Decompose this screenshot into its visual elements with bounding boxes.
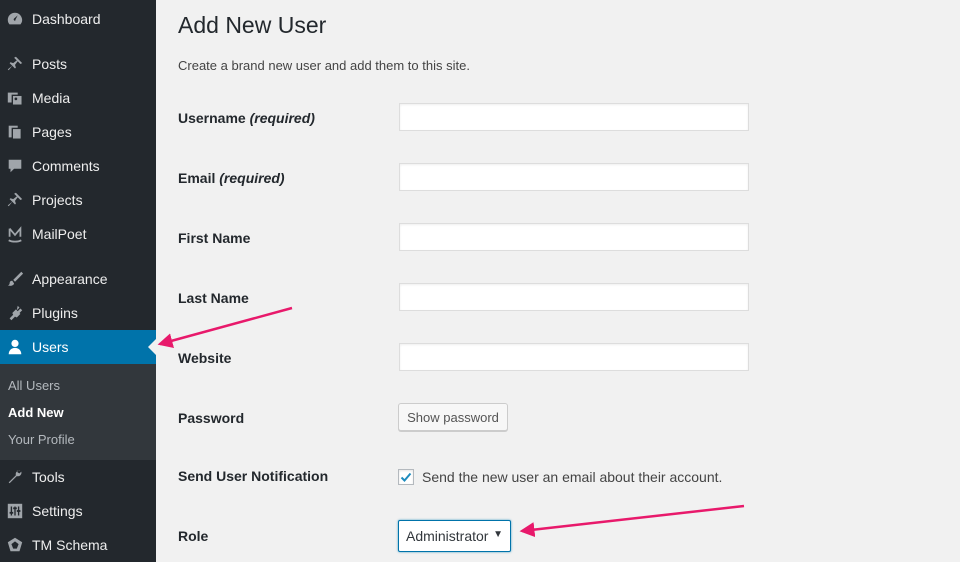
admin-sidebar: Dashboard Posts Media Pages Comments Pro… <box>0 0 156 562</box>
menu-label-settings: Settings <box>32 503 83 519</box>
username-label-text: Username <box>178 110 246 126</box>
menu-label-appearance: Appearance <box>32 271 108 287</box>
menu-label-pages: Pages <box>32 124 72 140</box>
password-label: Password <box>178 410 245 426</box>
menu-label-comments: Comments <box>32 158 100 174</box>
submenu-add-new[interactable]: Add New <box>8 405 64 420</box>
email-label: Email (required) <box>178 170 285 186</box>
role-select[interactable]: Administrator ▼ <box>398 520 511 552</box>
users-submenu: All Users Add New Your Profile <box>0 364 156 460</box>
menu-item-comments[interactable]: Comments <box>0 149 156 183</box>
menu-label-plugins: Plugins <box>32 305 78 321</box>
submenu-all-users[interactable]: All Users <box>8 378 60 393</box>
send-notification-label: Send User Notification <box>178 468 329 484</box>
comment-icon <box>5 156 25 176</box>
menu-item-tm-schema[interactable]: TM Schema <box>0 528 156 562</box>
page-description: Create a brand new user and add them to … <box>178 58 470 73</box>
menu-item-appearance[interactable]: Appearance <box>0 262 156 296</box>
menu-item-tools[interactable]: Tools <box>0 460 156 494</box>
pin-icon <box>5 190 25 210</box>
menu-label-users: Users <box>32 339 69 355</box>
menu-label-tools: Tools <box>32 469 65 485</box>
wrench-icon <box>5 467 25 487</box>
menu-label-tm-schema: TM Schema <box>32 537 108 553</box>
email-required-note: (required) <box>219 170 285 186</box>
pin-icon <box>5 54 25 74</box>
plugin-icon <box>5 303 25 323</box>
last-name-input[interactable] <box>399 283 749 311</box>
menu-label-mailpoet: MailPoet <box>32 226 87 242</box>
show-password-button[interactable]: Show password <box>398 403 508 431</box>
website-input[interactable] <box>399 343 749 371</box>
menu-item-projects[interactable]: Projects <box>0 183 156 217</box>
send-notification-checkbox[interactable] <box>398 469 414 485</box>
menu-item-mailpoet[interactable]: MailPoet <box>0 217 156 251</box>
username-input[interactable] <box>399 103 749 131</box>
role-label: Role <box>178 528 209 544</box>
settings-icon <box>5 501 25 521</box>
user-icon <box>5 337 25 357</box>
username-label: Username (required) <box>178 110 315 126</box>
menu-item-pages[interactable]: Pages <box>0 115 156 149</box>
menu-label-posts: Posts <box>32 56 68 72</box>
mailpoet-icon <box>5 224 25 244</box>
role-selected-value: Administrator <box>406 528 489 544</box>
first-name-label: First Name <box>178 230 251 246</box>
menu-item-dashboard[interactable]: Dashboard <box>0 2 156 36</box>
menu-label-media: Media <box>32 90 71 106</box>
media-icon <box>5 88 25 108</box>
chevron-down-icon: ▼ <box>493 529 503 540</box>
page-title: Add New User <box>178 12 327 38</box>
menu-item-media[interactable]: Media <box>0 81 156 115</box>
paintbrush-icon <box>5 269 25 289</box>
first-name-input[interactable] <box>399 223 749 251</box>
pages-icon <box>5 122 25 142</box>
menu-item-plugins[interactable]: Plugins <box>0 296 156 330</box>
menu-item-posts[interactable]: Posts <box>0 47 156 81</box>
dashboard-icon <box>5 9 25 29</box>
menu-item-users[interactable]: Users <box>0 330 156 364</box>
email-input[interactable] <box>399 163 749 191</box>
menu-label-projects: Projects <box>32 192 83 208</box>
schema-icon <box>5 535 25 555</box>
send-notification-text: Send the new user an email about their a… <box>422 469 723 485</box>
website-label: Website <box>178 350 232 366</box>
last-name-label: Last Name <box>178 290 249 306</box>
submenu-your-profile[interactable]: Your Profile <box>8 432 75 447</box>
main-content: Add New User Create a brand new user and… <box>156 0 960 562</box>
email-label-text: Email <box>178 170 216 186</box>
menu-label-dashboard: Dashboard <box>32 11 101 27</box>
username-required-note: (required) <box>249 110 315 126</box>
checkmark-icon <box>400 472 412 482</box>
menu-item-settings[interactable]: Settings <box>0 494 156 528</box>
